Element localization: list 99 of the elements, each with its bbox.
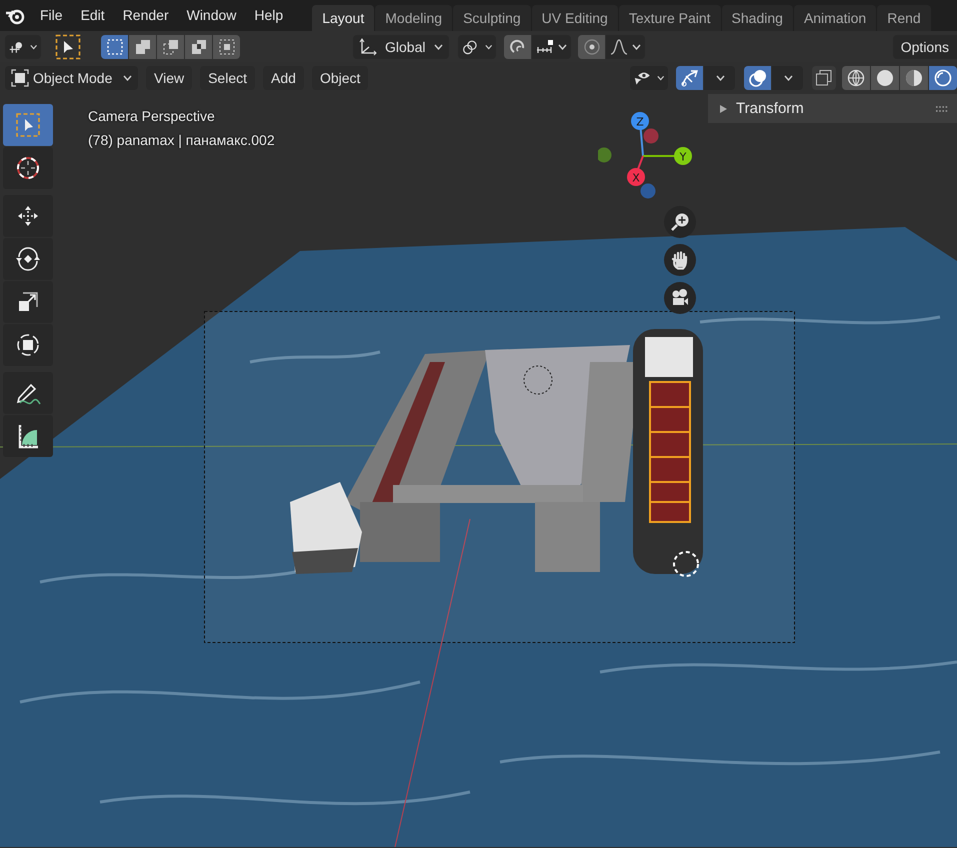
options-button[interactable]: Options <box>892 34 957 58</box>
drag-grip-icon <box>935 106 949 112</box>
axis-label: Y <box>680 150 686 164</box>
arrow-select-icon <box>55 34 81 60</box>
workspace-tab[interactable]: Layout <box>312 5 374 31</box>
chevron-icon <box>123 74 132 80</box>
selection-mode-button[interactable] <box>129 34 156 58</box>
overlapping-squares-icon <box>134 38 152 56</box>
snap-toggle[interactable] <box>504 34 531 58</box>
overlays-options-dropdown[interactable] <box>772 66 803 90</box>
tool-button[interactable] <box>3 238 53 280</box>
transform-panel[interactable]: Transform <box>708 94 957 123</box>
object-square-icon <box>11 68 29 86</box>
square-minus-icon <box>162 38 180 56</box>
selection-mode-button[interactable] <box>101 34 128 58</box>
movie-camera-icon <box>670 288 690 308</box>
orientation-dropdown[interactable]: Global <box>353 34 449 58</box>
tool-button[interactable] <box>3 147 53 189</box>
panel-title: Transform <box>736 100 805 117</box>
cursor-icon <box>14 154 42 182</box>
bell-curve-icon <box>610 38 628 56</box>
linked-circles-icon <box>462 38 479 56</box>
axis-gizmo-drawing[interactable] <box>598 112 692 198</box>
disclosure-triangle-icon[interactable] <box>720 104 727 112</box>
tool-button[interactable] <box>3 415 53 457</box>
mode-dropdown[interactable]: Object Mode <box>5 66 138 90</box>
axis-label: X <box>632 172 640 184</box>
viewport-menu[interactable]: Add <box>263 66 304 90</box>
object-info: (78) panamax | панамакс.002 <box>88 131 275 150</box>
workspace-tab[interactable]: Shading <box>722 5 793 31</box>
shading-mode-button[interactable] <box>929 66 957 90</box>
axes-icon <box>359 38 377 56</box>
overlapping-circles-icon <box>748 68 768 86</box>
workspace-tab[interactable]: Texture Paint <box>618 5 721 31</box>
mode-label: Object Mode <box>33 70 114 86</box>
increment-icon <box>536 38 554 56</box>
curved-arrow-icon <box>680 68 700 86</box>
visibility-dropdown[interactable] <box>630 66 668 90</box>
chevron-icon <box>558 44 567 50</box>
rotate-icon <box>14 245 42 273</box>
chevron-icon <box>716 74 725 80</box>
shading-mode-button[interactable] <box>900 66 928 90</box>
overlays-toggle[interactable] <box>744 66 771 90</box>
pivot-dropdown[interactable] <box>458 34 496 58</box>
blender-logo-icon <box>5 7 25 25</box>
viewport-menu[interactable]: Object <box>312 66 368 90</box>
magnet-icon <box>508 38 526 56</box>
selection-mode-button[interactable] <box>157 34 184 58</box>
tool-button[interactable] <box>3 324 53 366</box>
shading-mode-button[interactable] <box>871 66 899 90</box>
menu-item[interactable]: Help <box>245 2 292 28</box>
workspace-tab[interactable]: Animation <box>794 5 876 31</box>
empty-object-marker <box>524 366 552 394</box>
menu-item[interactable]: Window <box>178 2 246 28</box>
axis-label: Z <box>636 116 644 128</box>
tool-button[interactable] <box>3 195 53 237</box>
workspace-tab[interactable]: Sculpting <box>453 5 531 31</box>
tool-button[interactable] <box>3 281 53 323</box>
falloff-dropdown[interactable] <box>606 34 645 58</box>
shading-mode-button[interactable] <box>842 66 870 90</box>
workspace-tab[interactable]: Rend <box>877 5 931 31</box>
menu-item[interactable]: File <box>31 2 72 28</box>
gizmo-options-dropdown[interactable] <box>704 66 735 90</box>
half-shaded-circle-icon <box>905 68 923 86</box>
chevron-icon <box>784 74 793 80</box>
active-tool-button[interactable] <box>55 32 81 60</box>
zoom-button[interactable] <box>664 206 696 238</box>
selection-mode-button[interactable] <box>185 34 212 58</box>
chevron-icon <box>434 44 443 50</box>
view-name: Camera Perspective <box>88 107 216 126</box>
chevron-icon <box>484 44 492 50</box>
arrow-select-icon <box>14 111 42 139</box>
workspace-tab[interactable]: UV Editing <box>532 5 618 31</box>
chevron-icon <box>632 44 641 50</box>
filled-circle-icon <box>876 68 894 86</box>
orientation-label: Global <box>384 38 426 54</box>
dashed-square-icon <box>106 38 124 56</box>
workspace-tab[interactable]: Modeling <box>375 5 452 31</box>
proportional-editing-toggle[interactable] <box>578 34 605 58</box>
stacked-squares-icon <box>815 68 833 86</box>
xray-toggle[interactable] <box>812 66 836 90</box>
glossy-circle-icon <box>934 68 952 86</box>
menu-item[interactable]: Edit <box>72 2 114 28</box>
menu-item[interactable]: Render <box>114 2 178 28</box>
square-intersect-icon <box>218 38 236 56</box>
editor-type-button[interactable] <box>5 34 41 58</box>
viewport-menu[interactable]: Select <box>200 66 256 90</box>
selection-mode-button[interactable] <box>213 34 240 58</box>
chevron-icon <box>30 44 37 50</box>
tool-button[interactable] <box>3 372 53 414</box>
globe-icon <box>847 68 865 86</box>
zoom-icon <box>670 212 690 232</box>
square-difference-icon <box>190 38 208 56</box>
snap-target-dropdown[interactable] <box>532 34 571 58</box>
chevron-icon <box>656 74 664 80</box>
hand-icon <box>670 250 690 270</box>
viewport-menu[interactable]: View <box>146 66 192 90</box>
gizmo-toggle[interactable] <box>676 66 703 90</box>
target-circle-icon <box>582 38 600 56</box>
